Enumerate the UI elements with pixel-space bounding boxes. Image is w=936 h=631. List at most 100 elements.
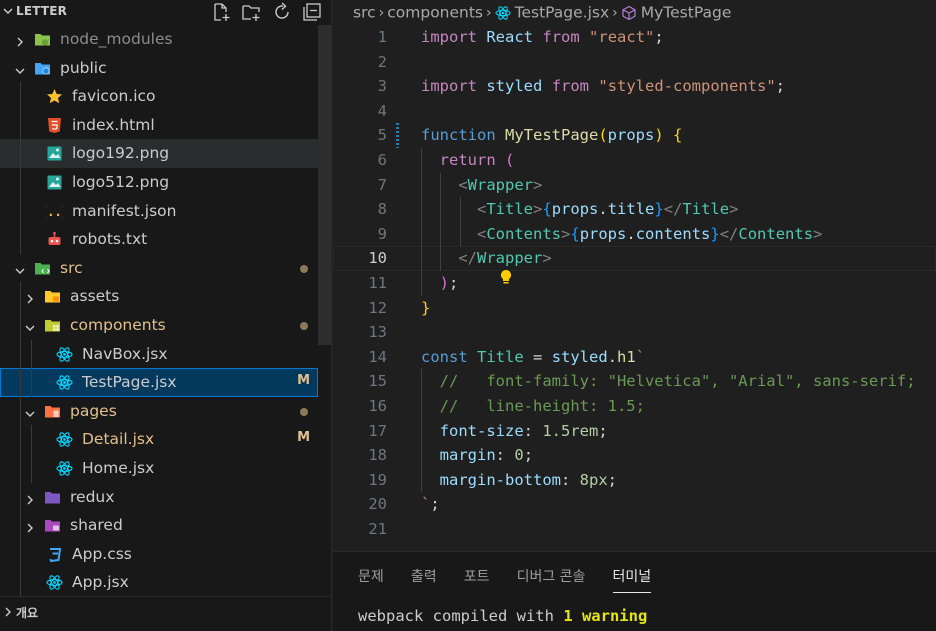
tree-file-navbox-jsx[interactable]: NavBox.jsx <box>0 340 318 369</box>
code-line[interactable]: 20 `; <box>333 492 936 517</box>
tree-folder-node-modules[interactable]: node_modules <box>0 25 318 54</box>
chevron-down-icon[interactable] <box>2 5 14 19</box>
chevron-right-icon[interactable] <box>24 491 36 504</box>
tree-file-robots-txt[interactable]: robots.txt <box>0 225 318 254</box>
code-line[interactable]: 21 <box>333 517 936 542</box>
json-braces-icon: {..} <box>46 203 63 220</box>
line-content: function MyTestPage(props) { <box>421 126 683 145</box>
code-line[interactable]: 6 return ( <box>333 147 936 173</box>
tree-item-label: robots.txt <box>72 230 148 249</box>
chevron-right-icon[interactable] <box>24 290 36 304</box>
breadcrumb-components[interactable]: components <box>387 4 483 22</box>
tree-item-label: NavBox.jsx <box>82 344 168 363</box>
tree-file-testpage-jsx[interactable]: TestPage.jsx M <box>0 368 318 397</box>
breadcrumb-symbol[interactable]: MyTestPage <box>641 4 732 22</box>
code-line[interactable]: 17 font-size: 1.5rem; <box>333 418 936 444</box>
chevron-right-icon[interactable] <box>2 606 14 621</box>
chevron-down-icon[interactable] <box>24 405 36 417</box>
chevron-down-icon[interactable] <box>14 262 26 274</box>
line-number: 17 <box>368 421 387 440</box>
code-line[interactable]: 1 import React from "react"; <box>333 25 936 50</box>
tree-file-manifest-json[interactable]: {..} manifest.json <box>0 197 318 226</box>
tree-item-label: logo512.png <box>72 172 170 191</box>
tree-folder-shared[interactable]: shared <box>0 511 318 540</box>
tree-folder-components[interactable]: components <box>0 311 318 340</box>
outline-label: 개요 <box>16 606 39 620</box>
panel-tabs: 문제 출력 포트 디버그 콘솔 터미널 <box>358 566 673 593</box>
code-line[interactable]: 2 <box>333 50 936 75</box>
code-line[interactable]: 15 // font-family: "Helvetica", "Arial",… <box>333 369 936 394</box>
tab-debug-console[interactable]: 디버그 콘솔 <box>517 566 586 590</box>
git-change-marker[interactable] <box>396 123 399 148</box>
outline-section-header[interactable]: 개요 <box>0 596 332 631</box>
tree-file-logo192-png[interactable]: logo192.png <box>0 139 318 168</box>
tab-output[interactable]: 출력 <box>411 566 437 590</box>
tree-file-index-html[interactable]: index.html <box>0 111 318 140</box>
code-line[interactable]: 8 <Title>{props.title}</Title> <box>333 197 936 222</box>
tree-file-favicon-ico[interactable]: favicon.ico <box>0 82 318 111</box>
code-line[interactable]: 12} <box>333 296 936 321</box>
code-line[interactable]: 7 <Wrapper> <box>333 172 936 198</box>
tab-ports[interactable]: 포트 <box>464 566 490 590</box>
tree-file-home-jsx[interactable]: Home.jsx <box>0 454 318 483</box>
tree-folder-redux[interactable]: redux <box>0 483 318 512</box>
tree-folder-public[interactable]: public <box>0 54 318 83</box>
folder-src-icon <box>34 260 51 277</box>
new-file-icon[interactable] <box>210 1 232 23</box>
tree-file-detail-jsx[interactable]: Detail.jsx M <box>0 425 318 454</box>
collapse-all-icon[interactable] <box>301 1 323 23</box>
line-number: 16 <box>368 396 387 415</box>
line-number: 9 <box>377 224 387 243</box>
tree-file-logo512-png[interactable]: logo512.png <box>0 168 318 197</box>
code-lines[interactable]: 1 import React from "react"; 2 3 import st… <box>333 25 936 541</box>
react-icon <box>56 346 73 363</box>
code-line[interactable]: 9 <Contents>{props.contents}</Contents> <box>333 221 936 247</box>
bottom-panel: 문제 출력 포트 디버그 콘솔 터미널 webpack compiled wit… <box>333 551 936 631</box>
tree-item-label: node_modules <box>60 30 173 48</box>
chevron-down-icon[interactable] <box>24 319 36 331</box>
code-line[interactable]: 11 ); <box>333 270 936 296</box>
modified-dot <box>300 321 308 330</box>
tree-item-label: pages <box>70 401 117 420</box>
line-content: const Title = styled.h1` <box>421 347 646 366</box>
code-line[interactable]: 4 <box>333 99 936 124</box>
tree-folder-src[interactable]: src <box>0 254 318 283</box>
sidebar-scrollbar[interactable] <box>318 25 331 345</box>
code-line[interactable]: 13 <box>333 320 936 345</box>
breadcrumb: src › components › TestPage.jsx › MyTestPage <box>353 3 731 23</box>
line-number: 10 <box>368 249 387 268</box>
tree-file-app-css[interactable]: App.css <box>0 540 318 569</box>
tab-problems[interactable]: 문제 <box>358 566 384 590</box>
code-line[interactable]: 19 margin-bottom: 8px; <box>333 467 936 493</box>
breadcrumb-file[interactable]: TestPage.jsx <box>515 4 610 22</box>
breadcrumb-src[interactable]: src <box>353 4 376 22</box>
tree-item-label: src <box>60 258 83 277</box>
terminal-output[interactable]: webpack compiled with 1 warning <box>358 607 647 625</box>
line-content: <Contents>{props.contents}</Contents> <box>477 224 823 243</box>
indent-guide <box>31 339 32 397</box>
refresh-icon[interactable] <box>271 1 293 23</box>
code-line[interactable]: 16 // line-height: 1.5; <box>333 393 936 419</box>
react-icon <box>46 574 63 591</box>
explorer-header[interactable]: LETTER <box>0 0 332 25</box>
new-folder-icon[interactable] <box>240 1 262 23</box>
chevron-right-icon[interactable] <box>24 519 36 533</box>
react-icon <box>56 431 73 448</box>
tree-item-label: redux <box>70 487 115 506</box>
chevron-down-icon[interactable] <box>14 62 26 74</box>
tree-file-app-jsx[interactable]: App.jsx <box>0 568 318 597</box>
code-line[interactable]: 5 function MyTestPage(props) { <box>333 123 936 148</box>
chevron-right-icon[interactable] <box>14 33 26 47</box>
tab-terminal[interactable]: 터미널 <box>612 566 651 593</box>
tree-folder-pages[interactable]: pages <box>0 397 318 426</box>
line-number: 5 <box>377 126 387 145</box>
tree-folder-assets[interactable]: assets <box>0 282 318 311</box>
code-editor[interactable]: src › components › TestPage.jsx › MyTestPage… <box>333 0 936 551</box>
line-content: import styled from "styled-components"; <box>421 77 786 96</box>
code-line[interactable]: 18 margin: 0; <box>333 443 936 468</box>
tree-item-label: assets <box>70 287 120 306</box>
code-line[interactable]: 3 import styled from "styled-components"; <box>333 74 936 99</box>
code-line-current[interactable]: 10 </Wrapper> <box>333 246 936 284</box>
indent-guide <box>20 82 21 254</box>
code-line[interactable]: 14 const Title = styled.h1` <box>333 345 936 370</box>
